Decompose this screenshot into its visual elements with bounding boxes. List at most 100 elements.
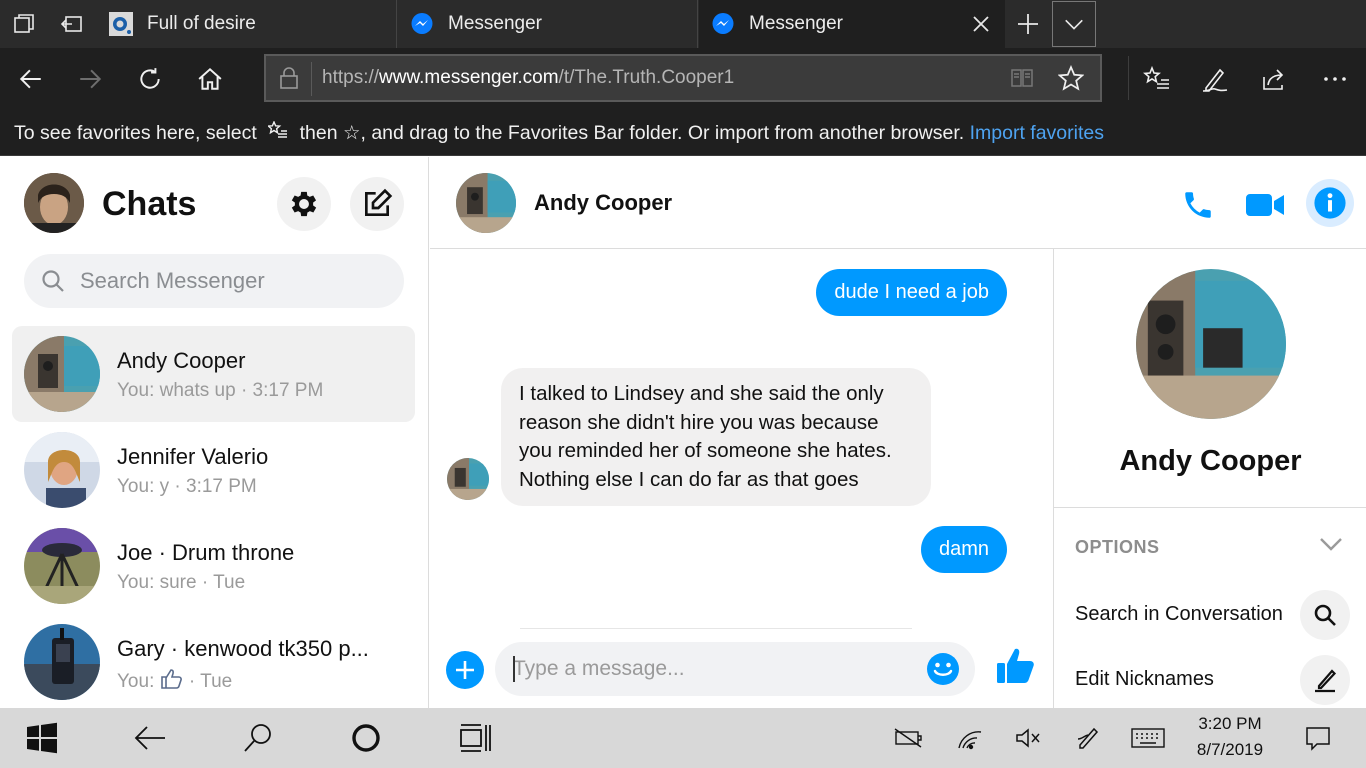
- touch-keyboard-icon[interactable]: [1130, 722, 1166, 754]
- more-actions-button[interactable]: [446, 651, 484, 689]
- home-button[interactable]: [193, 62, 227, 96]
- set-tabs-aside-icon[interactable]: [60, 12, 84, 36]
- message-input-container[interactable]: [495, 642, 975, 696]
- tab-title: Messenger: [749, 13, 843, 34]
- avatar[interactable]: [24, 173, 84, 233]
- clock-date[interactable]: 8/7/2019: [1180, 740, 1280, 760]
- option-label: Search in Conversation: [1075, 603, 1283, 625]
- avatar[interactable]: [456, 173, 516, 233]
- conversation-joe-drum-throne[interactable]: Joe · Drum throne You: sure · Tue: [12, 518, 415, 614]
- video-camera-icon: [1246, 194, 1284, 216]
- avatar[interactable]: [1136, 269, 1286, 419]
- tab-title: Full of desire: [147, 13, 256, 34]
- search-input[interactable]: [80, 254, 390, 308]
- favorites-bar: To see favorites here, select then ☆, an…: [0, 110, 1366, 156]
- chevron-down-icon: [1065, 19, 1083, 30]
- video-call-button[interactable]: [1244, 185, 1286, 225]
- tab-full-of-desire[interactable]: Full of desire: [97, 0, 397, 48]
- share-button[interactable]: [1257, 62, 1291, 96]
- tab-title: Messenger: [448, 13, 542, 34]
- clock-time[interactable]: 3:20 PM: [1180, 714, 1280, 734]
- back-button[interactable]: [132, 722, 168, 754]
- favorites-hub-button[interactable]: [1140, 62, 1174, 96]
- conversation-andy-cooper[interactable]: Andy Cooper You: whats up · 3:17 PM: [12, 326, 415, 422]
- reading-view-icon[interactable]: [1010, 66, 1034, 95]
- forward-button[interactable]: [73, 62, 107, 96]
- chevron-down-icon: [1319, 536, 1343, 557]
- search-button[interactable]: [240, 722, 276, 754]
- start-button[interactable]: [24, 722, 60, 754]
- voice-call-button[interactable]: [1178, 185, 1218, 225]
- favorites-hint-text-2: then ☆, and drag to the Favorites Bar fo…: [299, 122, 965, 144]
- tab-list-button[interactable]: [1052, 1, 1096, 47]
- avatar: [24, 624, 100, 700]
- chats-sidebar: Chats Andy Cooper You: whats up · 3:17 P…: [0, 157, 429, 708]
- option-label: Edit Nicknames: [1075, 668, 1214, 690]
- arrow-left-icon: [19, 69, 41, 89]
- search-icon: [244, 724, 271, 752]
- edit-nicknames-option[interactable]: Edit Nicknames: [1054, 649, 1366, 711]
- task-view-button[interactable]: [456, 722, 492, 754]
- pencil-icon: [1300, 655, 1350, 705]
- share-icon: [1263, 69, 1284, 90]
- url-text[interactable]: https://www.messenger.com/t/The.Truth.Co…: [322, 67, 734, 89]
- send-like-button[interactable]: [996, 645, 1036, 687]
- options-label: OPTIONS: [1075, 537, 1160, 557]
- more-dots-icon: [1324, 77, 1346, 81]
- message-input[interactable]: [513, 642, 913, 696]
- import-favorites-link[interactable]: Import favorites: [970, 122, 1104, 144]
- message-bubble-outgoing[interactable]: damn: [920, 526, 1007, 573]
- tab-messenger[interactable]: Messenger: [398, 0, 698, 48]
- conversation-name: Gary · kenwood tk350 p...: [117, 636, 369, 661]
- tab-messenger-active[interactable]: Messenger: [699, 0, 1005, 48]
- pen-workspace-icon[interactable]: [1072, 722, 1104, 754]
- volume-muted-icon[interactable]: [1012, 722, 1044, 754]
- favorites-list-icon: [266, 120, 288, 145]
- message-list: dude I need a job I talked to Lindsey an…: [430, 249, 1053, 629]
- conversation-preview: You: y · 3:17 PM: [117, 476, 257, 497]
- new-message-button[interactable]: [350, 177, 404, 231]
- conversation-jennifer-valerio[interactable]: Jennifer Valerio You: y · 3:17 PM: [12, 422, 415, 518]
- messenger-icon: [711, 12, 735, 36]
- conversation-name: Andy Cooper: [117, 348, 246, 373]
- plus-icon: [456, 661, 474, 679]
- message-bubble-incoming[interactable]: I talked to Lindsey and she said the onl…: [501, 368, 931, 506]
- wifi-icon[interactable]: [954, 722, 986, 754]
- favorites-list-icon: [1143, 65, 1169, 89]
- web-note-button[interactable]: [1198, 62, 1232, 96]
- favorite-star-icon[interactable]: [1057, 64, 1085, 96]
- compose-icon: [365, 188, 393, 216]
- contact-name[interactable]: Andy Cooper: [534, 190, 672, 216]
- conversation-name: Jennifer Valerio: [117, 444, 269, 469]
- tab-manager-icon[interactable]: [12, 12, 36, 36]
- battery-icon[interactable]: [892, 722, 924, 754]
- close-tab-icon[interactable]: [969, 12, 993, 36]
- task-view-icon: [460, 724, 491, 752]
- settings-button[interactable]: [277, 177, 331, 231]
- windows-logo-icon: [27, 722, 57, 754]
- search-in-conversation-option[interactable]: Search in Conversation: [1054, 584, 1366, 646]
- avatar: [447, 458, 489, 500]
- message-bubble-outgoing[interactable]: dude I need a job: [816, 269, 1007, 316]
- action-center-button[interactable]: [1300, 722, 1336, 754]
- conversation-info-button[interactable]: [1306, 179, 1354, 227]
- options-section-header[interactable]: OPTIONS: [1054, 507, 1366, 579]
- cortana-button[interactable]: [348, 722, 384, 754]
- conversation-gary-kenwood[interactable]: Gary · kenwood tk350 p... You: · Tue: [12, 614, 415, 710]
- back-button[interactable]: [14, 62, 48, 96]
- search-messenger[interactable]: [24, 254, 404, 308]
- more-button[interactable]: [1318, 62, 1352, 96]
- emoji-button[interactable]: [926, 652, 960, 686]
- avatar: [24, 528, 100, 604]
- conversation-header: Andy Cooper: [430, 157, 1366, 249]
- avatar: [24, 336, 100, 412]
- browser-tab-strip: Full of desire Messenger Messenger: [0, 0, 1366, 48]
- windows-taskbar: 3:20 PM 8/7/2019: [0, 708, 1366, 768]
- new-tab-button[interactable]: [1006, 0, 1050, 48]
- refresh-button[interactable]: [133, 62, 167, 96]
- plus-icon: [1018, 14, 1038, 34]
- gear-icon: [291, 191, 317, 217]
- conversation-preview: You: whats up · 3:17 PM: [117, 380, 324, 401]
- cortana-circle-icon: [352, 724, 380, 752]
- address-bar[interactable]: https://www.messenger.com/t/The.Truth.Co…: [264, 54, 1102, 102]
